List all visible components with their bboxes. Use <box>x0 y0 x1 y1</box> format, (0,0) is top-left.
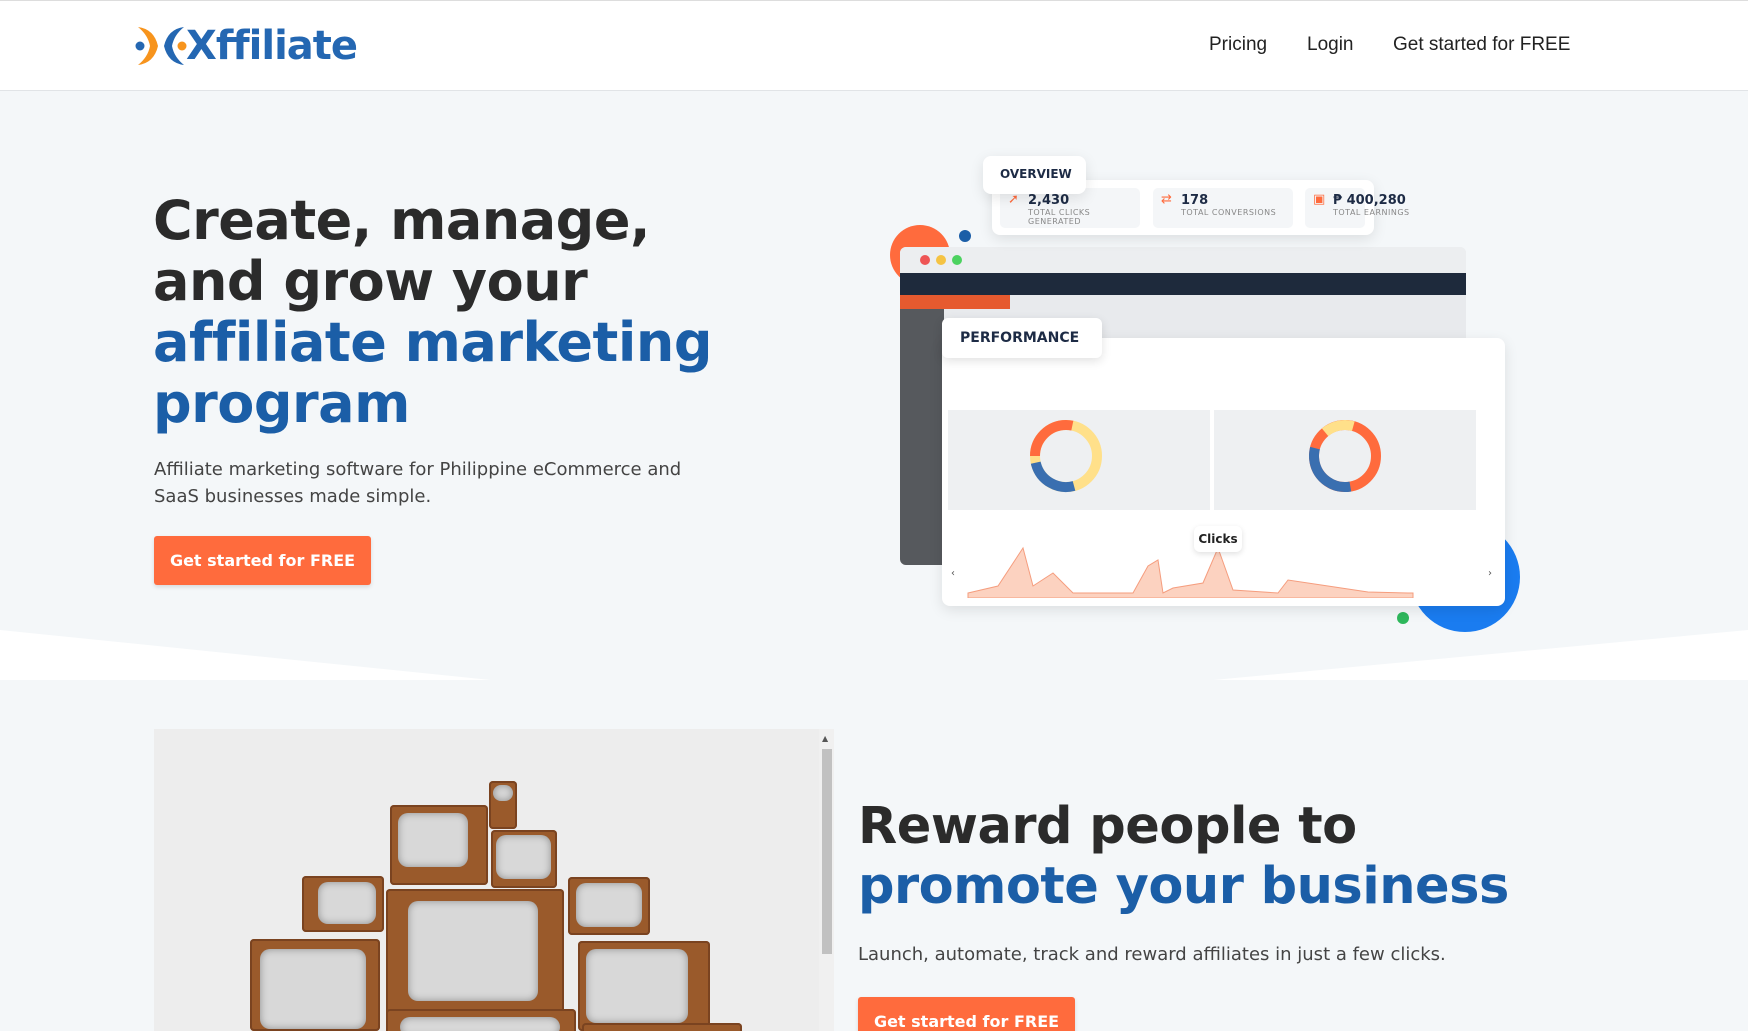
hero-title: Create, manage, and grow your affiliate … <box>153 190 712 434</box>
decor-dot-green <box>1397 612 1409 624</box>
clicks-chart-label: Clicks <box>1194 526 1242 552</box>
stat-clicks: ➚ 2,430 TOTAL CLICKS GENERATED <box>1000 188 1140 228</box>
tv-illustration <box>578 941 710 1031</box>
tv-illustration <box>489 781 517 829</box>
performance-card: Clicks ‹ › <box>942 338 1505 606</box>
chart-next-arrow-icon: › <box>1488 568 1492 579</box>
window-dot-red <box>920 255 930 265</box>
cursor-icon: ➚ <box>1008 192 1019 207</box>
nav-pricing-link[interactable]: Pricing <box>1209 34 1267 56</box>
scrollbar-thumb[interactable] <box>822 749 832 954</box>
stat-label: TOTAL EARNINGS <box>1333 208 1410 217</box>
section2-title: Reward people to promote your business <box>858 797 1509 917</box>
site-header: Xffiliate Pricing Login Get started for … <box>0 0 1748 91</box>
donut-panel-conversions <box>1214 410 1476 510</box>
section2-title-line: Reward people to <box>858 797 1357 856</box>
app-sidebar-active <box>900 295 1010 309</box>
brand-logo[interactable]: Xffiliate <box>132 19 358 73</box>
window-dot-yellow <box>936 255 946 265</box>
tv-illustration <box>582 1023 742 1031</box>
hero-subtitle: Affiliate marketing software for Philipp… <box>154 459 682 507</box>
tv-illustration <box>390 805 488 885</box>
tv-illustration <box>250 939 380 1031</box>
video-scrollbar[interactable]: ▲ <box>819 729 834 1031</box>
tv-illustration <box>386 1009 576 1031</box>
hero-title-highlight: program <box>153 372 410 435</box>
hero-get-started-button[interactable]: Get started for FREE <box>154 536 371 585</box>
xffiliate-logo-icon <box>135 27 187 65</box>
scroll-up-arrow-icon[interactable]: ▲ <box>822 734 828 743</box>
hero-title-line: and grow your <box>153 250 588 313</box>
video-embed[interactable]: ▲ <box>154 729 834 1031</box>
tv-illustration <box>491 830 557 888</box>
tv-illustration <box>302 876 384 932</box>
overview-tab: OVERVIEW <box>983 156 1086 194</box>
section2-title-highlight: promote your business <box>858 857 1509 916</box>
money-icon: ▣ <box>1313 192 1326 207</box>
app-topbar <box>900 273 1466 295</box>
donut-chart-conversions <box>1308 420 1381 493</box>
nav-login-link[interactable]: Login <box>1307 34 1354 56</box>
hero-title-highlight: affiliate marketing <box>153 311 712 374</box>
stat-value: 2,430 <box>1028 193 1070 208</box>
hero-title-line: Create, manage, <box>153 189 650 252</box>
performance-tab: PERFORMANCE <box>942 318 1102 358</box>
tv-illustration <box>568 877 650 935</box>
section2-subtitle: Launch, automate, track and reward affil… <box>858 944 1446 965</box>
dashboard-illustration: OVERVIEW ➚ 2,430 TOTAL CLICKS GENERATED … <box>880 150 1530 640</box>
stat-conversions: ⇄ 178 TOTAL CONVERSIONS <box>1153 188 1293 228</box>
window-dot-green <box>952 255 962 265</box>
decor-dot-blue <box>959 230 971 242</box>
nav-get-started-link[interactable]: Get started for FREE <box>1393 34 1570 56</box>
donut-chart-clicks <box>1030 420 1102 492</box>
brand-name: Xffiliate <box>186 23 358 69</box>
stat-earnings: ▣ ₱ 400,280 TOTAL EARNINGS <box>1305 188 1410 228</box>
chart-prev-arrow-icon: ‹ <box>951 568 955 579</box>
app-sidebar <box>900 295 944 565</box>
donut-panel-clicks <box>948 410 1210 510</box>
repeat-icon: ⇄ <box>1161 192 1172 207</box>
browser-bar <box>900 247 1466 273</box>
stat-label: TOTAL CLICKS GENERATED <box>1028 208 1091 226</box>
stat-value: 178 <box>1181 193 1209 208</box>
section2-get-started-button[interactable]: Get started for FREE <box>858 997 1075 1031</box>
stat-label: TOTAL CONVERSIONS <box>1181 208 1277 217</box>
